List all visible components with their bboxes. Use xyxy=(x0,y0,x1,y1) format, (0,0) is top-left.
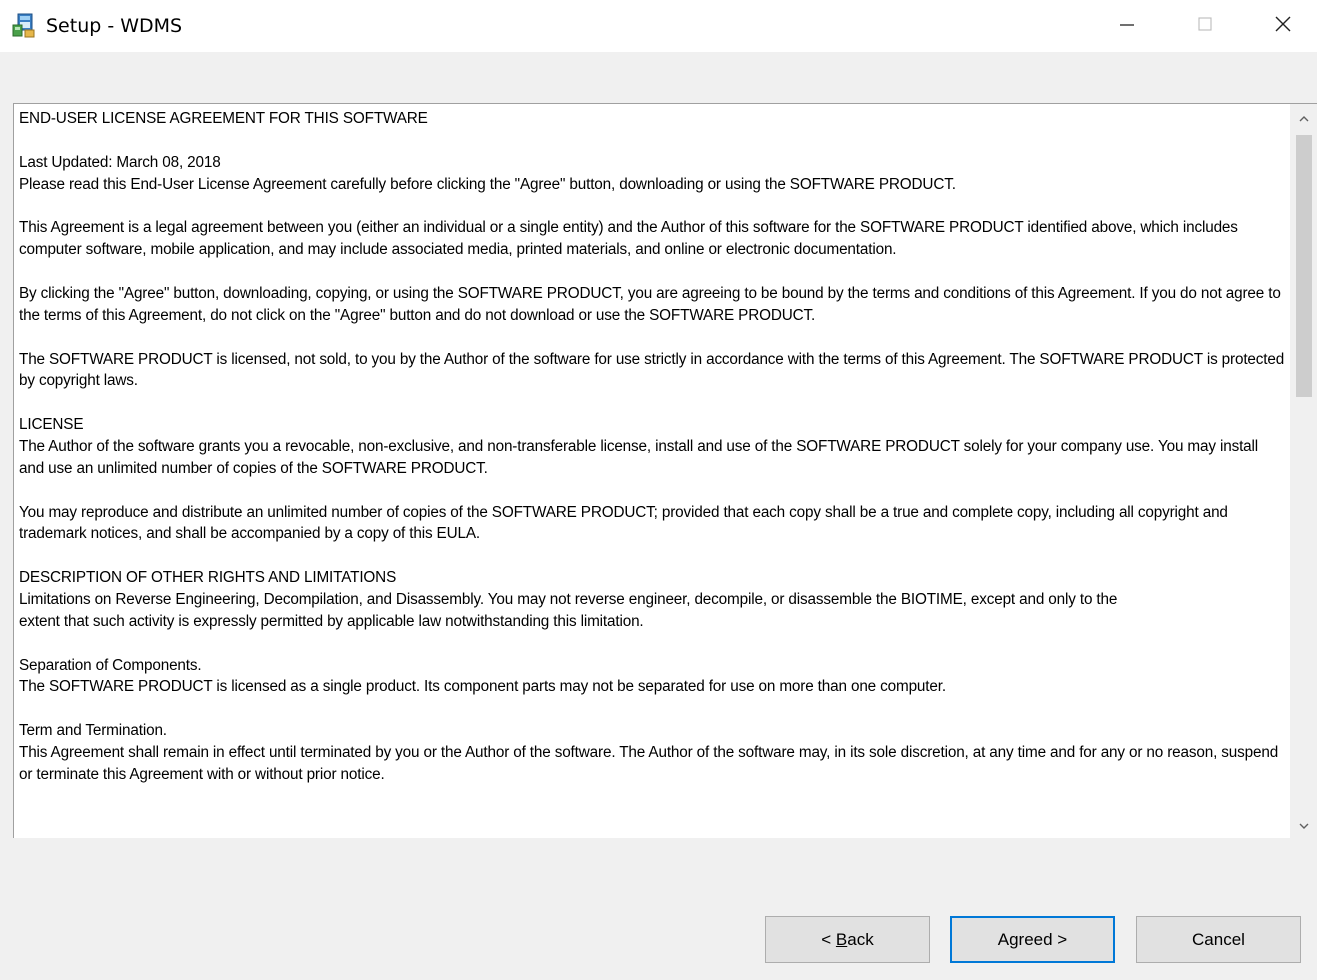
license-text-area[interactable]: END-USER LICENSE AGREEMENT FOR THIS SOFT… xyxy=(13,103,1317,838)
setup-window: Setup - WDMS END-USER LICENSE AGREEMENT … xyxy=(0,0,1317,980)
cancel-button-label: Cancel xyxy=(1192,929,1245,949)
scroll-thumb[interactable] xyxy=(1296,135,1312,397)
license-paragraph: Term and Termination. This Agreement sha… xyxy=(19,722,1279,783)
license-paragraph: DESCRIPTION OF OTHER RIGHTS AND LIMITATI… xyxy=(19,569,1118,630)
scroll-up-button[interactable] xyxy=(1290,104,1317,132)
minimize-button[interactable] xyxy=(1088,0,1166,52)
agreed-button-label: Agreed > xyxy=(997,929,1068,949)
window-title: Setup - WDMS xyxy=(46,15,183,37)
chevron-down-icon xyxy=(1298,816,1310,835)
close-icon xyxy=(1274,15,1292,37)
license-paragraph: Last Updated: March 08, 2018 Please read… xyxy=(19,153,956,193)
license-paragraph: The SOFTWARE PRODUCT is licensed, not so… xyxy=(19,350,1285,390)
close-button[interactable] xyxy=(1244,0,1317,52)
maximize-button[interactable] xyxy=(1166,0,1244,52)
back-button[interactable]: < Back xyxy=(765,916,930,963)
vertical-scrollbar[interactable] xyxy=(1290,104,1317,838)
license-paragraph: This Agreement is a legal agreement betw… xyxy=(19,219,1238,259)
license-paragraph: LICENSE The Author of the software grant… xyxy=(19,416,1259,477)
title-bar[interactable]: Setup - WDMS xyxy=(0,0,1317,52)
license-paragraph: By clicking the "Agree" button, download… xyxy=(19,284,1281,324)
minimize-icon xyxy=(1119,16,1135,36)
license-paragraph: Separation of Components. The SOFTWARE P… xyxy=(19,656,946,696)
installer-icon xyxy=(12,12,36,38)
license-paragraph: END-USER LICENSE AGREEMENT FOR THIS SOFT… xyxy=(19,110,428,127)
license-content: END-USER LICENSE AGREEMENT FOR THIS SOFT… xyxy=(19,108,1287,808)
scroll-down-button[interactable] xyxy=(1290,811,1317,838)
cancel-button[interactable]: Cancel xyxy=(1136,916,1301,963)
back-button-label: < Back xyxy=(821,929,874,949)
chevron-up-icon xyxy=(1298,109,1310,128)
agreed-button[interactable]: Agreed > xyxy=(950,916,1115,963)
maximize-icon xyxy=(1197,16,1213,36)
license-paragraph: You may reproduce and distribute an unli… xyxy=(19,503,1228,543)
